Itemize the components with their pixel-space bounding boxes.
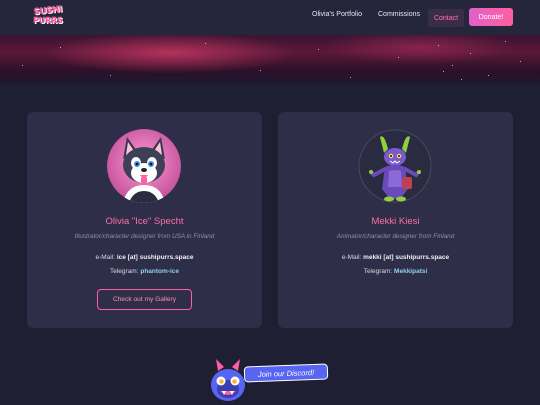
hero-banner bbox=[0, 35, 540, 84]
artist-email-row: e-Mail: ice [at] sushipurrs.space bbox=[27, 254, 262, 261]
telegram-label: Telegram: bbox=[109, 268, 139, 275]
telegram-link[interactable]: Mekkipatsi bbox=[394, 268, 427, 275]
telegram-label: Telegram: bbox=[363, 268, 393, 275]
logo-line-2: PURRS bbox=[33, 16, 63, 25]
site-logo[interactable]: SUSHI PURRS bbox=[28, 5, 68, 30]
husky-avatar-icon bbox=[107, 129, 181, 203]
artist-telegram-row: Telegram: phantom-ice bbox=[27, 268, 262, 275]
artist-name: Olivia "Ice" Specht bbox=[105, 216, 184, 227]
email-label: e-Mail: bbox=[95, 254, 116, 261]
discord-label[interactable]: Join our Discord! bbox=[243, 363, 329, 383]
discord-mascot-icon bbox=[211, 359, 245, 401]
purple-creature-avatar-icon bbox=[358, 129, 432, 203]
nav-link-portfolio[interactable]: Olivia's Portfolio bbox=[312, 11, 362, 18]
email-label: e-Mail: bbox=[341, 254, 362, 261]
nav-link-commissions[interactable]: Commissions bbox=[378, 11, 420, 18]
artist-telegram-row: Telegram: Mekkipatsi bbox=[278, 268, 513, 275]
top-nav: SUSHI PURRS Olivia's Portfolio Commissio… bbox=[0, 0, 540, 35]
discord-invite[interactable]: Join our Discord! bbox=[208, 357, 330, 405]
artist-card-mekki: Mekki Kiesi Animator/character designer … bbox=[278, 112, 513, 328]
artist-email-row: e-Mail: mekki [at] sushipurrs.space bbox=[278, 254, 513, 261]
email-value[interactable]: ice [at] sushipurrs.space bbox=[117, 254, 194, 261]
gallery-button[interactable]: Check out my Gallery bbox=[97, 289, 192, 310]
nav-donate-button[interactable]: Donate! bbox=[469, 8, 513, 26]
artist-role: Illustrator/character designer from USA … bbox=[74, 233, 215, 240]
artist-name: Mekki Kiesi bbox=[371, 216, 420, 227]
artist-card-olivia: Olivia "Ice" Specht Illustrator/characte… bbox=[27, 112, 262, 328]
email-value[interactable]: mekki [at] sushipurrs.space bbox=[363, 254, 449, 261]
telegram-link[interactable]: phantom-ice bbox=[140, 268, 179, 275]
nav-contact-button[interactable]: Contact bbox=[428, 9, 464, 27]
artist-role: Animator/character designer from Finland bbox=[336, 233, 455, 240]
